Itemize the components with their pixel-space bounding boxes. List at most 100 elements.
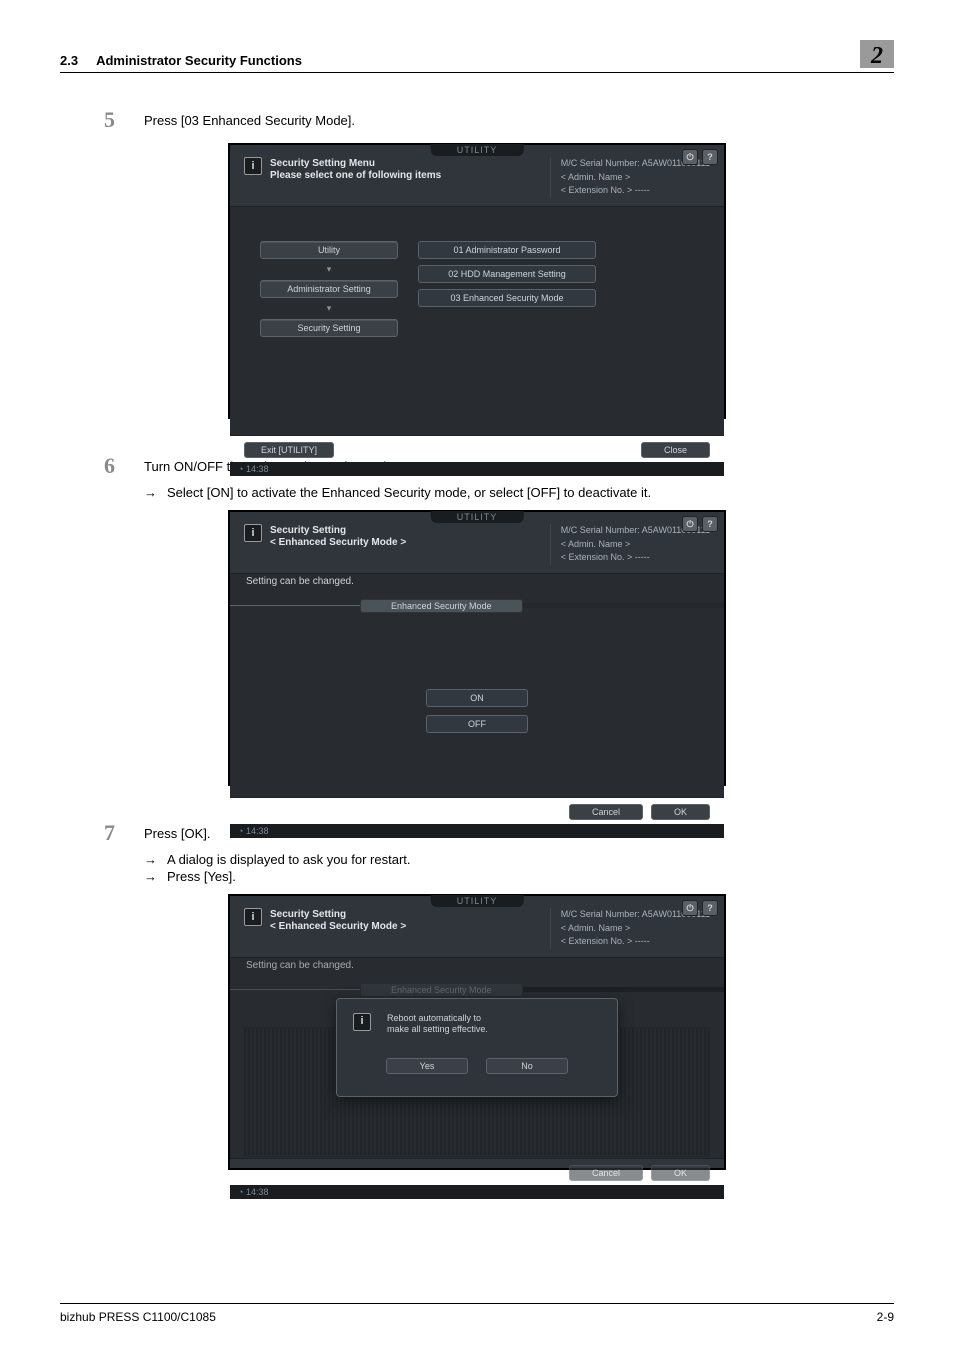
step-number: 7 — [104, 820, 144, 846]
admin-line: < Admin. Name > — [561, 538, 710, 552]
footer-model: bizhub PRESS C1100/C1085 — [60, 1310, 216, 1324]
ext-line: < Extension No. > ----- — [561, 551, 710, 565]
info-icon: i — [244, 524, 262, 542]
dialog-line-1: Reboot automatically to — [387, 1013, 488, 1025]
power-icon[interactable]: ⏻ — [682, 900, 698, 916]
power-icon[interactable]: ⏻ — [682, 516, 698, 532]
panel-footer: Cancel OK — [230, 797, 724, 824]
help-icon[interactable]: ? — [702, 149, 718, 165]
ext-line: < Extension No. > ----- — [561, 935, 710, 949]
status-message: Setting can be changed. — [230, 574, 724, 595]
clock-time: 14:38 — [246, 826, 269, 836]
reboot-dialog: i Reboot automatically to make all setti… — [336, 998, 618, 1097]
admin-line: < Admin. Name > — [561, 171, 710, 185]
info-icon: i — [244, 908, 262, 926]
option-column: 01 Administrator Password 02 HDD Managem… — [418, 241, 596, 338]
section-title: Administrator Security Functions — [96, 53, 860, 68]
opt-hdd-management-button[interactable]: 02 HDD Management Setting — [418, 265, 596, 283]
header-line-2: < Enhanced Security Mode > — [270, 921, 406, 932]
step-number: 6 — [104, 453, 144, 479]
utility-tab: UTILITY — [431, 511, 524, 523]
panel-body: Utility ▾ Administrator Setting ▾ Securi… — [230, 207, 724, 435]
opt-admin-password-button[interactable]: 01 Administrator Password — [418, 241, 596, 259]
step-number: 5 — [104, 107, 144, 133]
arrow-icon: → — [144, 485, 157, 500]
cancel-button: Cancel — [569, 1165, 643, 1181]
step-text: Press [03 Enhanced Security Mode]. — [144, 107, 355, 128]
cancel-button[interactable]: Cancel — [569, 804, 643, 820]
ok-button: OK — [651, 1165, 710, 1181]
step-5: 5 Press [03 Enhanced Security Mode]. — [104, 107, 894, 133]
screenshot-2-wrap: UTILITY ⏻ ? i Security Setting < Enhance… — [60, 510, 894, 786]
status-bar: ◔ 14:38 — [230, 1185, 724, 1199]
chapter-badge: 2 — [860, 40, 894, 68]
sub-text: Press [Yes]. — [167, 869, 236, 884]
status-bar: ◔ 14:38 — [230, 824, 724, 838]
section-band-label: Enhanced Security Mode — [360, 983, 523, 997]
help-icon[interactable]: ? — [702, 900, 718, 916]
sub-text: A dialog is displayed to ask you for res… — [167, 852, 411, 867]
sub-text: Select [ON] to activate the Enhanced Sec… — [167, 485, 651, 500]
utility-tab: UTILITY — [431, 144, 524, 156]
yes-button[interactable]: Yes — [386, 1058, 468, 1074]
screenshot-1-wrap: UTILITY ⏻ ? i Security Setting Menu Plea… — [60, 143, 894, 419]
screenshot-2: UTILITY ⏻ ? i Security Setting < Enhance… — [228, 510, 726, 786]
screenshot-3-wrap: UTILITY ⏻ ? i Security Setting < Enhance… — [60, 894, 894, 1170]
chevron-down-icon: ▾ — [260, 306, 398, 311]
panel-body: Setting can be changed. Enhanced Securit… — [230, 958, 724, 1158]
header-line-1: Security Setting Menu — [270, 157, 441, 170]
screenshot-1: UTILITY ⏻ ? i Security Setting Menu Plea… — [228, 143, 726, 419]
info-icon: i — [353, 1013, 371, 1031]
running-header: 2.3 Administrator Security Functions 2 — [60, 40, 894, 73]
screenshot-3: UTILITY ⏻ ? i Security Setting < Enhance… — [228, 894, 726, 1170]
step-text: Press [OK]. — [144, 820, 210, 841]
arrow-icon: → — [144, 869, 157, 884]
chapter-number: 2 — [871, 44, 883, 68]
chevron-down-icon: ▾ — [260, 267, 398, 272]
ok-button[interactable]: OK — [651, 804, 710, 820]
top-right-icons: ⏻ ? — [682, 900, 718, 916]
utility-tab: UTILITY — [431, 895, 524, 907]
off-button[interactable]: OFF — [426, 715, 528, 733]
power-icon[interactable]: ⏻ — [682, 149, 698, 165]
info-icon: i — [244, 157, 262, 175]
help-icon[interactable]: ? — [702, 516, 718, 532]
panel-footer: Exit [UTILITY] Close — [230, 435, 724, 462]
status-message: Setting can be changed. — [230, 958, 724, 979]
nav-security-setting-button[interactable]: Security Setting — [260, 319, 398, 337]
panel-body: Setting can be changed. Enhanced Securit… — [230, 574, 724, 797]
header-line-1: Security Setting — [270, 908, 406, 921]
opt-enhanced-security-button[interactable]: 03 Enhanced Security Mode — [418, 289, 596, 307]
step-sub: → A dialog is displayed to ask you for re… — [144, 852, 894, 867]
step-sub: → Press [Yes]. — [144, 869, 894, 884]
on-button[interactable]: ON — [426, 689, 528, 707]
panel-footer: Cancel OK — [230, 1158, 724, 1185]
toggle-group: ON OFF — [230, 643, 724, 797]
step-sub: → Select [ON] to activate the Enhanced Se… — [144, 485, 894, 500]
clock-icon: ◔ — [238, 826, 243, 836]
section-band-label: Enhanced Security Mode — [360, 599, 523, 613]
section-band: Enhanced Security Mode — [230, 983, 724, 997]
breadcrumb-column: Utility ▾ Administrator Setting ▾ Securi… — [260, 241, 398, 338]
ext-line: < Extension No. > ----- — [561, 184, 710, 198]
header-line-2: Please select one of following items — [270, 170, 441, 181]
section-number: 2.3 — [60, 53, 78, 68]
nav-utility-button[interactable]: Utility — [260, 241, 398, 259]
no-button[interactable]: No — [486, 1058, 568, 1074]
page-footer: bizhub PRESS C1100/C1085 2-9 — [60, 1303, 894, 1324]
top-right-icons: ⏻ ? — [682, 149, 718, 165]
footer-page: 2-9 — [877, 1310, 894, 1324]
clock-icon: ◔ — [238, 464, 243, 474]
clock-time: 14:38 — [246, 464, 269, 474]
status-bar: ◔ 14:38 — [230, 462, 724, 476]
section-band: Enhanced Security Mode — [230, 599, 724, 613]
admin-line: < Admin. Name > — [561, 922, 710, 936]
clock-time: 14:38 — [246, 1187, 269, 1197]
exit-utility-button[interactable]: Exit [UTILITY] — [244, 442, 334, 458]
header-line-1: Security Setting — [270, 524, 406, 537]
close-button[interactable]: Close — [641, 442, 710, 458]
top-right-icons: ⏻ ? — [682, 516, 718, 532]
nav-admin-setting-button[interactable]: Administrator Setting — [260, 280, 398, 298]
header-line-2: < Enhanced Security Mode > — [270, 537, 406, 548]
arrow-icon: → — [144, 852, 157, 867]
